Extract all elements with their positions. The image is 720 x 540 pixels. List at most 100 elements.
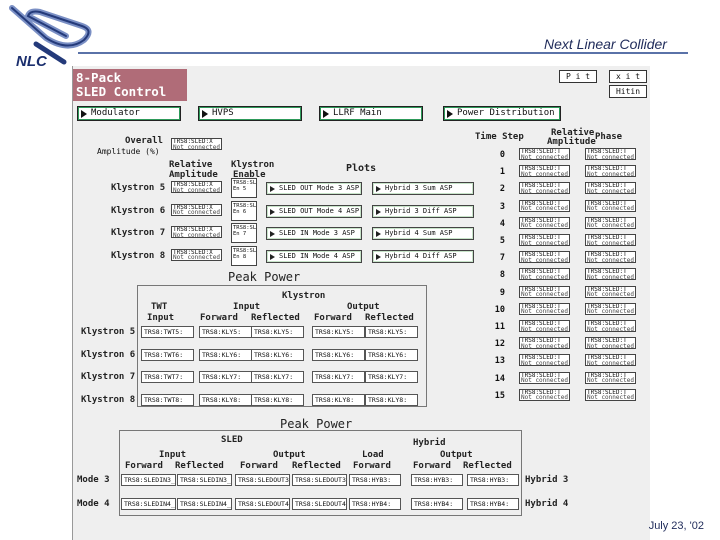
overall-amplitude-field[interactable]: TRS8:SLED:X Not connected: [171, 138, 222, 150]
hybrid-plot-button[interactable]: Hybrid 3 Sum ASP: [372, 182, 474, 195]
twt-header: TWT: [151, 302, 168, 312]
hybrid-plot-button[interactable]: Hybrid 4 Diff ASP: [372, 249, 474, 263]
sled-plot-button[interactable]: SLED IN Mode 3 ASP: [266, 227, 362, 240]
hybrid-plot-button[interactable]: Hybrid 3 Diff ASP: [372, 204, 474, 218]
klystron-power-frame: [137, 285, 427, 407]
klystron-enable-toggle[interactable]: TRS8:SLEDEn 6: [231, 200, 257, 221]
h-out-reflected-header: Reflected: [463, 461, 512, 471]
nlc-logo: NLC: [6, 4, 116, 74]
time-step-phase-field[interactable]: TRS8:SLED:T Not connected: [585, 320, 636, 332]
time-step-phase-field[interactable]: TRS8:SLED:T Not connected: [585, 285, 636, 298]
sled-plot-button[interactable]: SLED IN Mode 4 ASP: [266, 249, 362, 263]
klystron-enable-toggle[interactable]: TRS8:SLEDEn 5: [231, 178, 257, 198]
time-step-amplitude-field[interactable]: TRS8:SLED:T Not connected: [519, 302, 570, 315]
time-step-amplitude-field[interactable]: TRS8:SLED:T Not connected: [519, 337, 570, 350]
pv-status: Not connected: [587, 205, 634, 212]
time-step-amplitude-field[interactable]: TRS8:SLED:T Not connected: [519, 285, 570, 298]
klystron-power-readout: TRS8:KLY6:: [199, 348, 252, 361]
nav-modulator[interactable]: Modulator: [77, 106, 181, 121]
time-step-number: 0: [499, 150, 505, 160]
sled-power-readout: TRS8:SLEDOUT4_F: [235, 498, 290, 510]
pv-status: Not connected: [587, 187, 634, 195]
time-step-amplitude-field[interactable]: TRS8:SLED:T Not connected: [519, 268, 570, 281]
klystron-power-row-label: Klystron 8: [81, 394, 136, 405]
k-input-header: Input: [233, 302, 261, 312]
klystron-power-readout: TRS8:KLY5:: [199, 326, 252, 338]
time-step-amplitude-field[interactable]: TRS8:SLED:T Not connected: [519, 354, 570, 367]
pv-status: Not connected: [587, 342, 634, 350]
hybrid-plot-button[interactable]: Hybrid 4 Sum ASP: [372, 227, 474, 240]
time-step-phase-field[interactable]: TRS8:SLED:T Not connected: [585, 216, 636, 229]
time-step-phase-field[interactable]: TRS8:SLED:T Not connected: [585, 337, 636, 350]
time-step-phase-field[interactable]: TRS8:SLED:T Not connected: [585, 302, 636, 315]
klystron-enable-toggle[interactable]: TRS8:SLEDEn 7: [231, 223, 257, 243]
klystron-enable-toggle[interactable]: TRS8:SLEDEn 8: [231, 245, 257, 266]
klystron-power-readout: TRS8:KLY8:: [312, 393, 365, 406]
time-step-amplitude-field[interactable]: TRS8:SLED:T Not connected: [519, 165, 570, 178]
time-step-phase-field[interactable]: TRS8:SLED:T Not connected: [585, 268, 636, 281]
time-step-amplitude-field[interactable]: TRS8:SLED:T Not connected: [519, 388, 570, 401]
nav-llrf-main[interactable]: LLRF Main: [319, 106, 423, 121]
time-step-amplitude-field[interactable]: TRS8:SLED:T Not connected: [519, 182, 570, 195]
time-step-number: 10: [494, 304, 505, 315]
time-step-amplitude-field[interactable]: TRS8:SLED:T Not connected: [519, 371, 570, 384]
klystron-row-label: Klystron 5: [111, 183, 166, 193]
pv-status: Not connected: [521, 205, 568, 212]
pv-status: Not connected: [521, 256, 568, 264]
nav-hvps[interactable]: HVPS: [198, 106, 302, 121]
toggle-line-2: En 8: [233, 253, 247, 260]
hitin-button[interactable]: Hitin: [609, 85, 647, 98]
title-line-2: SLED Control: [76, 84, 167, 99]
print-button[interactable]: P i t: [559, 70, 597, 83]
time-step-amplitude-field[interactable]: TRS8:SLED:T Not connected: [519, 320, 570, 332]
time-step-amplitude-field[interactable]: TRS8:SLED:T Not connected: [519, 199, 570, 212]
time-step-amplitude-field[interactable]: TRS8:SLED:T Not connected: [519, 234, 570, 246]
relative-amplitude-field[interactable]: TRS8:SLED:X Not connected: [171, 248, 222, 261]
time-step-phase-field[interactable]: TRS8:SLED:T Not connected: [585, 371, 636, 384]
pv-status: Not connected: [587, 273, 634, 281]
s-out-reflected-header: Reflected: [292, 461, 341, 471]
hybrid-row-label: Hybrid 4: [525, 499, 569, 509]
time-step-phase-field[interactable]: TRS8:SLED:T Not connected: [585, 148, 636, 160]
exit-button[interactable]: x i t: [609, 70, 647, 83]
pv-status: Not connected: [521, 359, 568, 367]
klystron-power-readout: TRS8:KLY8:: [251, 393, 304, 406]
plots-header: Plots: [346, 163, 377, 174]
sled-input-header: Input: [159, 450, 187, 460]
pv-status: Not connected: [521, 239, 568, 246]
time-step-phase-field[interactable]: TRS8:SLED:T Not connected: [585, 199, 636, 212]
time-step-phase-field[interactable]: TRS8:SLED:T Not connected: [585, 354, 636, 367]
sled-group-header: SLED: [221, 435, 243, 445]
window-title: 8-Pack SLED Control: [73, 69, 187, 101]
nav-power-distribution[interactable]: Power Distribution: [443, 106, 561, 121]
relative-amplitude-field[interactable]: TRS8:SLED:X Not connected: [171, 226, 222, 238]
sled-power-readout: TRS8:SLEDIN4_R: [177, 498, 232, 510]
title-rule: [78, 52, 688, 54]
pv-status: Not connected: [521, 308, 568, 315]
time-step-phase-field[interactable]: TRS8:SLED:T Not connected: [585, 234, 636, 246]
sled-power-readout: TRS8:HYB3:: [349, 474, 401, 486]
relative-amplitude-field[interactable]: TRS8:SLED:X Not connected: [171, 181, 222, 193]
time-step-phase-field[interactable]: TRS8:SLED:T Not connected: [585, 165, 636, 178]
peak-power-title-2: Peak Power: [280, 417, 353, 431]
time-step-number: 9: [499, 287, 505, 298]
pv-status: Not connected: [587, 153, 634, 160]
pv-status: Not connected: [587, 222, 634, 229]
klystron-power-row-label: Klystron 5: [81, 327, 136, 337]
pv-status: Not connected: [173, 186, 220, 193]
time-step-amplitude-field[interactable]: TRS8:SLED:T Not connected: [519, 216, 570, 229]
klystron-power-readout: TRS8:KLY5:: [251, 326, 304, 338]
time-step-phase-field[interactable]: TRS8:SLED:T Not connected: [585, 182, 636, 195]
time-step-amplitude-field[interactable]: TRS8:SLED:T Not connected: [519, 148, 570, 160]
pv-status: Not connected: [173, 231, 220, 238]
sled-plot-button[interactable]: SLED OUT Mode 4 ASP: [266, 204, 362, 218]
pv-status: Not connected: [173, 209, 220, 216]
sled-plot-button[interactable]: SLED OUT Mode 3 ASP: [266, 182, 362, 195]
relative-amplitude-field[interactable]: TRS8:SLED:X Not connected: [171, 203, 222, 216]
peak-power-title-1: Peak Power: [228, 270, 301, 284]
time-step-phase-field[interactable]: TRS8:SLED:T Not connected: [585, 388, 636, 401]
time-step-amplitude-field[interactable]: TRS8:SLED:T Not connected: [519, 251, 570, 264]
time-step-number: 8: [499, 270, 505, 281]
pv-status: Not connected: [173, 143, 220, 150]
time-step-phase-field[interactable]: TRS8:SLED:T Not connected: [585, 251, 636, 264]
